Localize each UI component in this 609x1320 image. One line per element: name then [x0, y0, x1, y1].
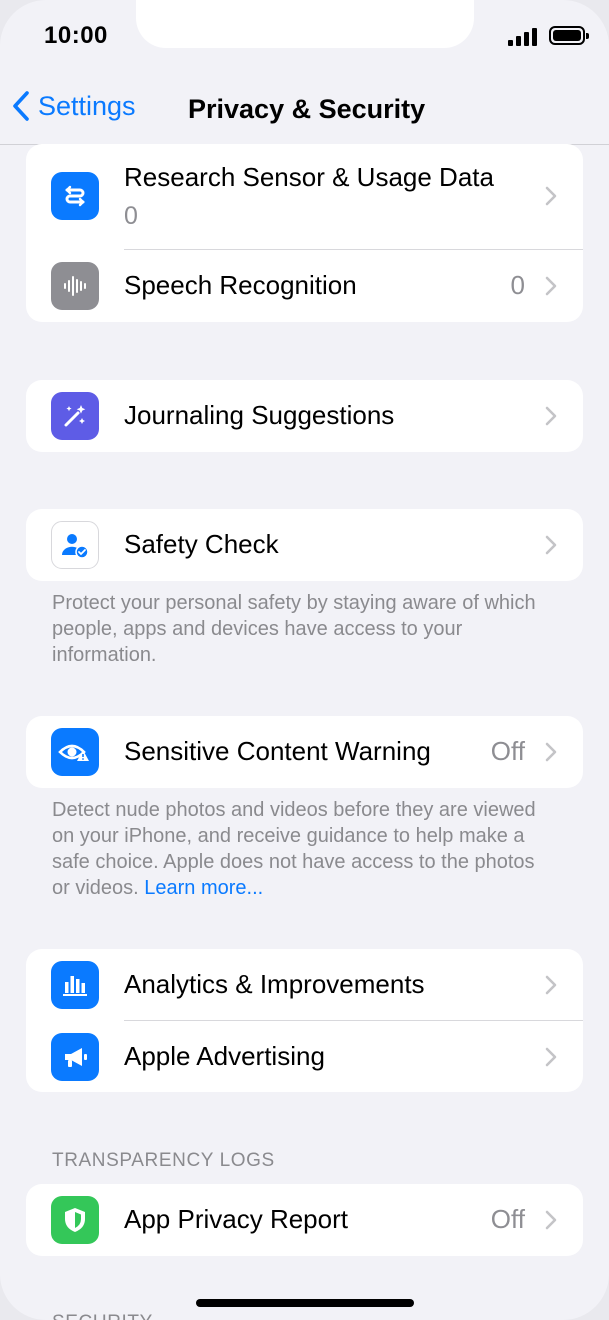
- row-label: Analytics & Improvements: [124, 969, 425, 999]
- back-button[interactable]: Settings: [12, 90, 136, 122]
- row-speech-recognition[interactable]: Speech Recognition 0: [26, 250, 583, 322]
- footer-text: Detect nude photos and videos before the…: [52, 799, 536, 899]
- row-sublabel: 0: [124, 202, 138, 230]
- row-value: Off: [490, 736, 525, 766]
- row-label: Sensitive Content Warning: [124, 736, 431, 766]
- row-app-privacy-report[interactable]: App Privacy Report Off: [26, 1184, 583, 1256]
- back-label: Settings: [38, 90, 136, 121]
- row-label: App Privacy Report: [124, 1204, 348, 1234]
- sparkle-wand-icon: [51, 392, 99, 440]
- person-check-icon: [51, 521, 99, 569]
- row-label: Journaling Suggestions: [124, 400, 395, 430]
- page-title: Privacy & Security: [188, 94, 426, 124]
- status-bar: 10:00: [0, 0, 609, 78]
- group-transparency: App Privacy Report Off: [26, 1184, 583, 1256]
- row-value: 0: [510, 270, 525, 300]
- row-label: Apple Advertising: [124, 1041, 325, 1071]
- bar-chart-icon: [51, 961, 99, 1009]
- phone-screen: 10:00 Settings Privacy & Security Resear…: [0, 0, 609, 1320]
- row-sensitive-content-warning[interactable]: Sensitive Content Warning Off: [26, 716, 583, 788]
- row-safety-check[interactable]: Safety Check: [26, 509, 583, 581]
- dynamic-island: [136, 0, 474, 48]
- row-research-sensor[interactable]: Research Sensor & Usage Data 0: [26, 144, 583, 250]
- research-sensor-icon: [51, 172, 99, 220]
- chevron-right-icon: [545, 1047, 557, 1067]
- chevron-right-icon: [545, 406, 557, 426]
- row-apple-advertising[interactable]: Apple Advertising: [26, 1021, 583, 1092]
- eye-warning-icon: [51, 728, 99, 776]
- chevron-left-icon: [13, 91, 29, 121]
- group-safety-check: Safety Check: [26, 509, 583, 581]
- section-header-transparency: TRANSPARENCY LOGS: [52, 1150, 275, 1171]
- group-analytics: Analytics & Improvements Apple Advertisi…: [26, 949, 583, 1092]
- chevron-right-icon: [545, 535, 557, 555]
- row-label: Speech Recognition: [124, 270, 357, 300]
- battery-icon: [549, 26, 589, 45]
- group-sensitive-content: Sensitive Content Warning Off: [26, 716, 583, 788]
- row-value: Off: [490, 1204, 525, 1234]
- status-time: 10:00: [44, 22, 108, 49]
- chevron-right-icon: [545, 975, 557, 995]
- group-journaling: Journaling Suggestions: [26, 380, 583, 452]
- row-label: Safety Check: [124, 529, 279, 559]
- learn-more-link[interactable]: Learn more...: [144, 877, 263, 899]
- home-indicator[interactable]: [196, 1299, 414, 1307]
- megaphone-icon: [51, 1033, 99, 1081]
- safety-check-footer: Protect your personal safety by staying …: [52, 592, 536, 666]
- shield-icon: [51, 1196, 99, 1244]
- row-analytics-improvements[interactable]: Analytics & Improvements: [26, 949, 583, 1021]
- waveform-icon: [51, 262, 99, 310]
- chevron-right-icon: [545, 742, 557, 762]
- group-data-access: Research Sensor & Usage Data 0 Speech Re…: [26, 144, 583, 322]
- chevron-right-icon: [545, 186, 557, 206]
- navigation-bar: Settings Privacy & Security: [0, 78, 609, 145]
- signal-icon: [508, 28, 537, 46]
- chevron-right-icon: [545, 276, 557, 296]
- row-label: Research Sensor & Usage Data: [124, 162, 494, 192]
- row-journaling-suggestions[interactable]: Journaling Suggestions: [26, 380, 583, 452]
- chevron-right-icon: [545, 1210, 557, 1230]
- sensitive-content-footer: Detect nude photos and videos before the…: [52, 797, 552, 901]
- section-header-security: SECURITY: [52, 1312, 153, 1320]
